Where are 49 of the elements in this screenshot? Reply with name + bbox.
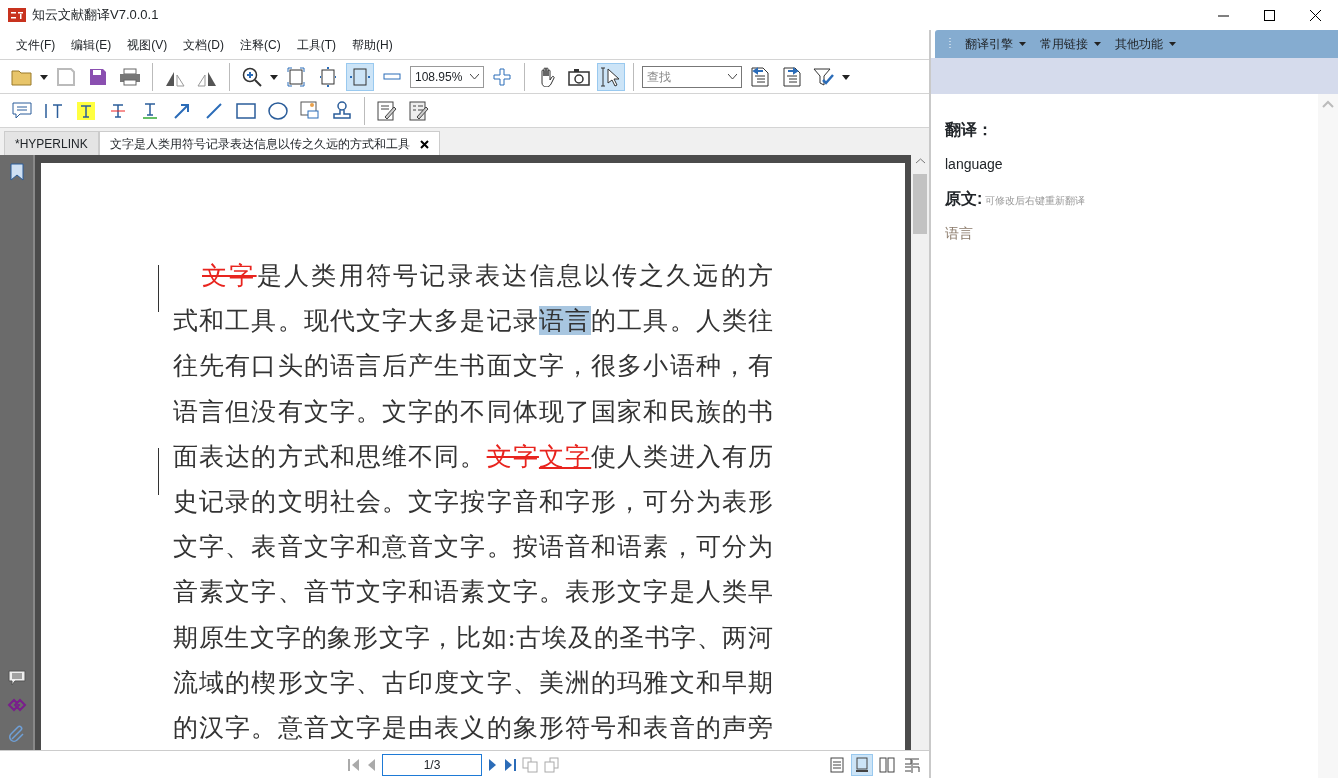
panel-menu[interactable]: 常用链接 bbox=[1040, 35, 1101, 53]
app-logo-icon bbox=[8, 8, 26, 22]
translation-text: language bbox=[945, 155, 1004, 174]
text-line: 流域的楔形文字、古印度文字、美洲的玛雅文和早期 bbox=[173, 666, 773, 699]
text-line: 往先有口头的语言后产生书面文字，很多小语种，有 bbox=[173, 350, 773, 383]
menu-item[interactable]: 视图(V) bbox=[119, 35, 176, 54]
caret-icon[interactable] bbox=[1019, 42, 1026, 46]
text-select-icon[interactable] bbox=[597, 62, 625, 91]
source-text[interactable]: 语言 bbox=[945, 223, 1304, 244]
document-tab[interactable]: 文字是人类用符号记录表达信息以传之久远的方式和工具 bbox=[98, 131, 440, 155]
text-line: 音素文字、音节文字和语素文字。表形文字是人类早 bbox=[173, 576, 773, 609]
text-line: 语言但没有文字。文字的不同体现了国家和民族的书 bbox=[173, 395, 773, 428]
comment-icon[interactable] bbox=[7, 670, 26, 686]
text-line: 文字 是人类用符号记录表达信息以传之久远的方 bbox=[201, 260, 773, 292]
chevron-down-icon[interactable] bbox=[728, 73, 737, 80]
zoom-dropdown[interactable]: 108.95% bbox=[410, 65, 484, 88]
chevron-down-icon[interactable] bbox=[470, 73, 479, 80]
close-icon[interactable] bbox=[1309, 9, 1321, 21]
source-hint: 可修改后右键重新翻译 bbox=[985, 194, 1086, 208]
paperclip-icon[interactable] bbox=[7, 724, 26, 742]
caret-icon[interactable] bbox=[1094, 42, 1101, 46]
caret-icon[interactable] bbox=[1169, 42, 1176, 46]
menu-item[interactable]: 工具(T) bbox=[288, 35, 344, 54]
menu-item[interactable]: 注释(C) bbox=[232, 35, 289, 54]
text-line: 的汉字。意音文字是由表义的象形符号和表音的声旁 bbox=[173, 711, 773, 744]
text-line: 文字、表音文字和意音文字。按语音和语素，可分为 bbox=[173, 531, 773, 564]
source-heading: 原文: bbox=[945, 189, 983, 209]
window-title: 知云文献翻译V7.0.0.1 bbox=[32, 6, 159, 25]
text-line: 式和工具。现代文字大多是记录语言的工具。人类往 bbox=[173, 305, 773, 338]
maximize-icon[interactable] bbox=[1263, 9, 1275, 21]
menu-item[interactable]: 文档(D) bbox=[175, 35, 232, 54]
panel-menu[interactable]: 其他功能 bbox=[1115, 35, 1176, 53]
scrollbar-thumb[interactable] bbox=[913, 174, 927, 234]
translation-heading: 翻译： bbox=[945, 120, 994, 140]
bookmark-icon[interactable] bbox=[9, 163, 24, 181]
text-line: 期原生文字的象形文字，比如:古埃及的圣书字、两河 bbox=[173, 621, 773, 654]
page-number-field[interactable]: 1/3 bbox=[382, 753, 482, 776]
panel-scrollbar[interactable] bbox=[1318, 94, 1338, 778]
vertical-scrollbar[interactable] bbox=[911, 155, 929, 750]
menu-item[interactable]: 帮助(H) bbox=[344, 35, 401, 54]
continuous-view-icon[interactable] bbox=[851, 753, 873, 776]
text-line: 史记录的文明社会。文字按字音和字形，可分为表形 bbox=[173, 485, 773, 518]
menu-item[interactable]: 编辑(E) bbox=[63, 35, 120, 54]
document-tab[interactable]: *HYPERLINK bbox=[4, 131, 99, 155]
search-field[interactable]: 查找 bbox=[642, 65, 742, 88]
panel-menu[interactable]: 翻译引擎 bbox=[965, 35, 1026, 53]
menu-item[interactable]: 文件(F) bbox=[8, 35, 64, 54]
fit-width-icon[interactable] bbox=[346, 62, 374, 91]
text-line: 面表达的方式和思维不同。文字文字使人类进入有历 bbox=[173, 440, 773, 473]
